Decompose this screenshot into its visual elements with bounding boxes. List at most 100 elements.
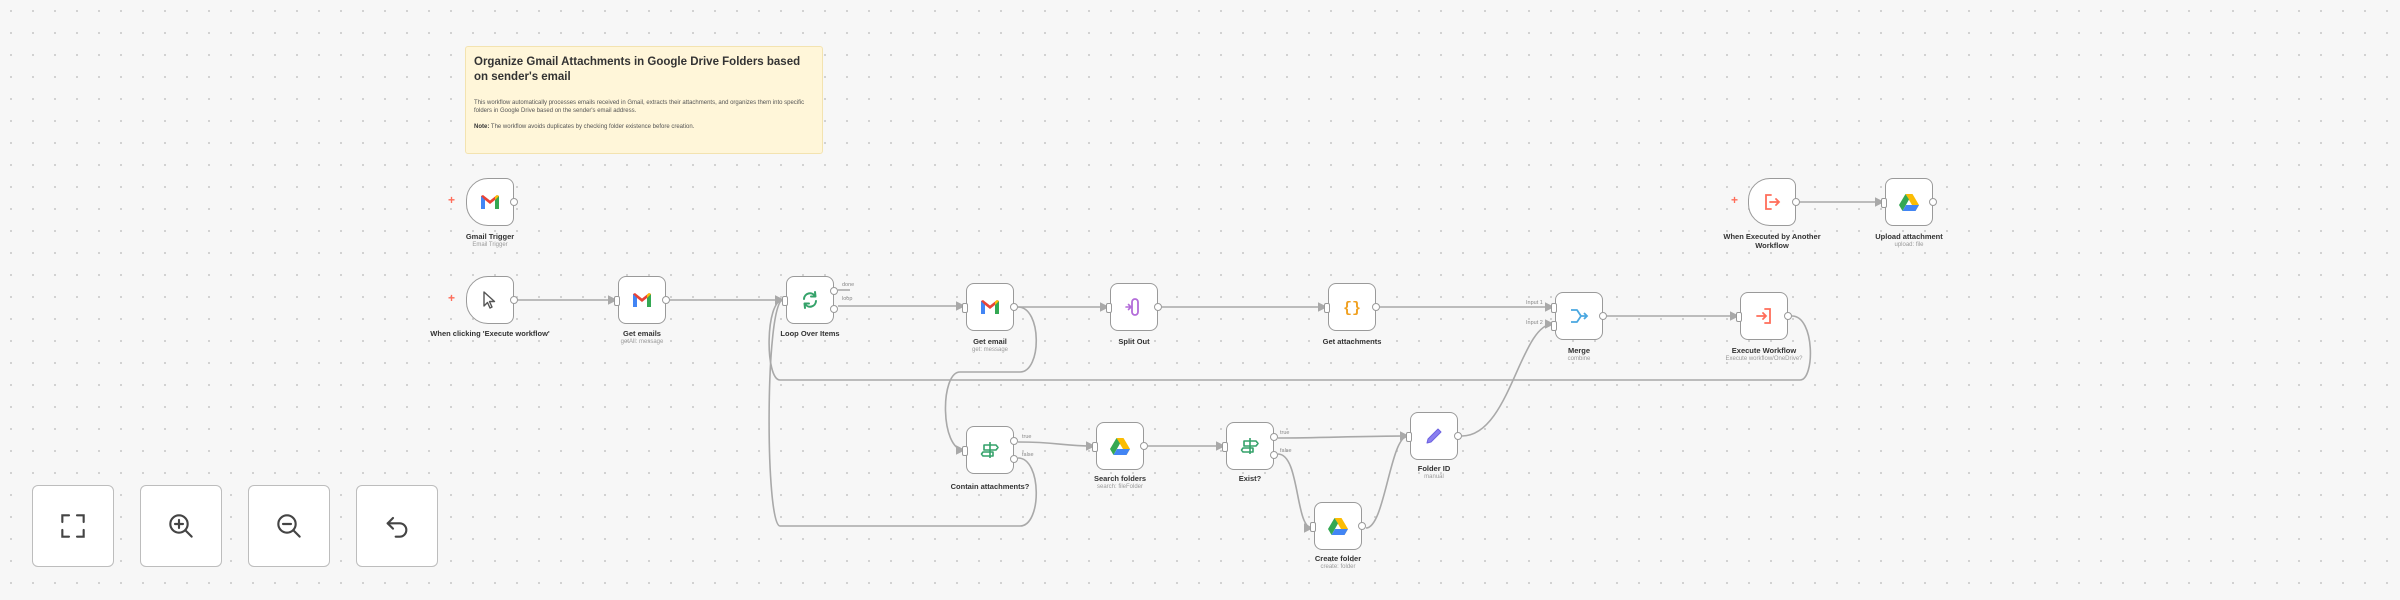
fit-view-icon [61, 514, 85, 538]
output-handle[interactable] [510, 296, 518, 304]
node-label: Get attachments [1292, 337, 1412, 346]
node-label: Contain attachments? [930, 482, 1050, 491]
input1-port-label: Input 1 [1526, 300, 1543, 306]
zoom-in-button[interactable] [140, 485, 222, 567]
output-handle-false[interactable] [1010, 455, 1018, 463]
input-handle[interactable] [962, 446, 968, 456]
label-sub: getAll: message [620, 339, 664, 345]
label-sub: search: fileFolder [1096, 484, 1144, 490]
label-sub: create: folder [1320, 564, 1356, 570]
input-handle[interactable] [1881, 198, 1887, 208]
input-handle[interactable] [1406, 432, 1412, 442]
node-folder-id[interactable] [1406, 412, 1462, 460]
input-handle[interactable] [1092, 442, 1098, 452]
node-label: When clicking 'Execute workflow' [430, 329, 550, 338]
add-trigger-plus-icon[interactable]: + [448, 193, 455, 207]
node-upload-attachment[interactable] [1881, 178, 1937, 226]
node-get-emails[interactable] [614, 276, 670, 324]
sticky-note-line: Note: The workflow avoids duplicates by … [474, 123, 814, 131]
edge-exist-true-to-folderid [1277, 431, 1410, 441]
loop-port-label: loop [842, 296, 853, 302]
label-text: Create folder [1314, 554, 1362, 563]
google-drive-icon [1328, 518, 1348, 535]
add-trigger-plus-icon-3[interactable]: + [1731, 193, 1738, 207]
input-handle-2[interactable] [1551, 321, 1557, 331]
node-execute-workflow[interactable] [1736, 292, 1792, 340]
node-label: Split Out [1074, 337, 1194, 346]
edge-create-to-folderid [1365, 435, 1409, 529]
label-sub: manual [1424, 474, 1444, 480]
node-label: Gmail Trigger Email Trigger [430, 232, 550, 250]
node-contain-attachments[interactable] [962, 426, 1018, 474]
input-handle[interactable] [1736, 312, 1742, 322]
input-handle[interactable] [1310, 522, 1316, 532]
output-handle[interactable] [1929, 198, 1937, 206]
node-exist[interactable] [1222, 422, 1278, 470]
node-split-out[interactable] [1106, 283, 1162, 331]
input-handle[interactable] [1222, 442, 1228, 452]
input-handle-1[interactable] [1551, 303, 1557, 313]
node-create-folder[interactable] [1310, 502, 1366, 550]
gmail-icon [633, 293, 651, 307]
edge-execute-back-to-loop [768, 295, 1812, 381]
output-handle[interactable] [1010, 303, 1018, 311]
cursor-icon [483, 291, 496, 309]
output-handle[interactable] [1372, 303, 1380, 311]
gmail-icon [481, 195, 499, 209]
reset-zoom-button[interactable] [356, 485, 438, 567]
node-loop-over-items[interactable] [782, 276, 838, 324]
loop-icon [803, 291, 817, 309]
label-text: Upload attachment [1875, 232, 1943, 241]
google-drive-icon [1110, 438, 1130, 455]
output-handle[interactable] [662, 296, 670, 304]
output-handle-true[interactable] [1010, 437, 1018, 445]
output-handle[interactable] [1784, 312, 1792, 320]
output-handle[interactable] [1599, 312, 1607, 320]
output-handle-done[interactable] [830, 287, 838, 295]
output-handle-true[interactable] [1270, 433, 1278, 441]
label-text: When clicking 'Execute workflow' [430, 329, 550, 338]
sticky-note[interactable]: Organize Gmail Attachments in Google Dri… [465, 46, 823, 154]
if-icon [980, 442, 999, 458]
node-get-attachments[interactable]: {} [1324, 283, 1380, 331]
output-handle[interactable] [1792, 198, 1800, 206]
node-get-email[interactable] [962, 283, 1018, 331]
add-trigger-plus-icon-2[interactable]: + [448, 291, 455, 305]
output-handle[interactable] [1454, 432, 1462, 440]
done-port-label: done [842, 282, 855, 288]
label-text: Gmail Trigger [465, 232, 515, 241]
node-label: Upload attachment upload: file [1849, 232, 1969, 250]
label-text: Split Out [1118, 337, 1150, 346]
input-handle[interactable] [614, 296, 620, 306]
output-handle[interactable] [1140, 442, 1148, 450]
node-label: Exist? [1190, 474, 1310, 483]
input-handle[interactable] [962, 303, 968, 313]
label-sub: combine [1567, 356, 1591, 362]
pencil-icon [1426, 428, 1442, 444]
output-handle-loop[interactable] [830, 305, 838, 313]
edge-contain-to-search [1017, 441, 1096, 451]
output-handle[interactable] [1358, 522, 1366, 530]
label-text: When Executed by Another Workflow [1723, 232, 1821, 250]
edge-exist-false-to-create [1277, 453, 1314, 533]
node-manual-trigger[interactable] [466, 276, 518, 324]
node-workflow-trigger[interactable] [1748, 178, 1800, 226]
label-text: Get emails [623, 329, 661, 338]
sticky-note-label: Note: [474, 124, 490, 130]
true-port-label: true [1022, 434, 1032, 440]
output-handle-false[interactable] [1270, 451, 1278, 459]
zoom-out-button[interactable] [248, 485, 330, 567]
output-handle[interactable] [510, 198, 518, 206]
fit-view-button[interactable] [32, 485, 114, 567]
label-text: Merge [1567, 346, 1591, 355]
node-label: Search folders search: fileFolder [1060, 474, 1180, 492]
node-search-folders[interactable] [1092, 422, 1148, 470]
input-handle[interactable] [782, 296, 788, 306]
sticky-body: This workflow automatically processes em… [474, 100, 805, 114]
output-handle[interactable] [1154, 303, 1162, 311]
node-gmail-trigger[interactable] [466, 178, 518, 226]
input-handle[interactable] [1106, 303, 1112, 313]
input-handle[interactable] [1324, 303, 1330, 313]
label-sub: Email Trigger [472, 242, 508, 248]
node-merge[interactable] [1551, 292, 1607, 340]
